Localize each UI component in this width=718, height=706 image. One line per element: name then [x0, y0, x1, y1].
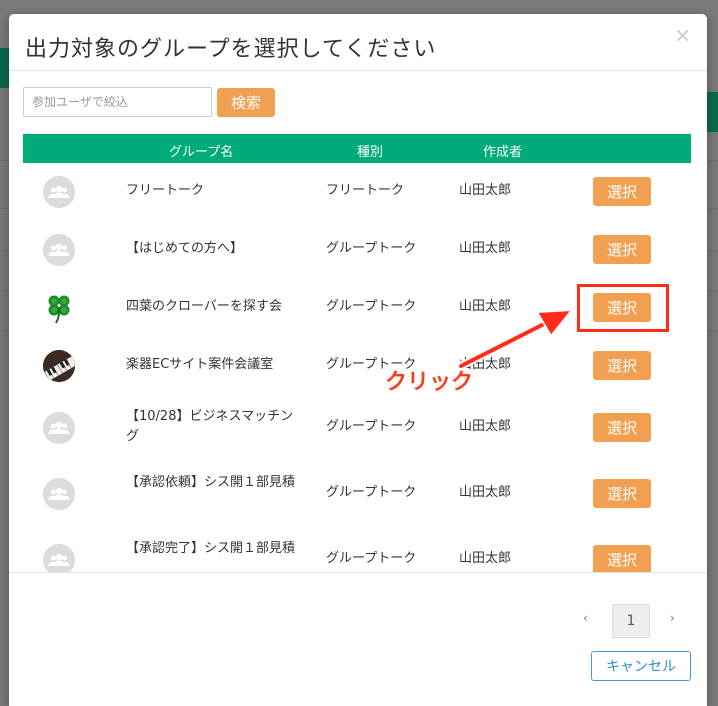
modal-header: 出力対象のグループを選択してください × [9, 14, 707, 71]
select-button[interactable]: 選択 [593, 545, 651, 572]
group-creator: 山田太郎 [459, 183, 512, 198]
background-header-accent [707, 92, 718, 132]
group-type: グループトーク [326, 419, 417, 434]
group-type: グループトーク [326, 485, 417, 500]
table-row: 【承認完了】シス開１部見積 グループトーク 山田太郎 選択 [23, 527, 691, 572]
group-creator: 山田太郎 [459, 551, 512, 566]
group-type: フリートーク [326, 183, 405, 198]
search-button[interactable]: 検索 [217, 88, 275, 117]
piano-icon [43, 350, 75, 382]
group-creator: 山田太郎 [459, 299, 512, 314]
modal-footer: ‹ 1 › キャンセル [9, 572, 707, 706]
cancel-button[interactable]: キャンセル [591, 651, 691, 681]
group-creator: 山田太郎 [459, 485, 512, 500]
group-creator: 山田太郎 [459, 419, 512, 434]
select-button[interactable]: 選択 [593, 293, 651, 322]
table-header: グループ名 種別 作成者 [23, 134, 691, 163]
participant-filter-input[interactable] [23, 87, 212, 117]
group-table-body: フリートーク フリートーク 山田太郎 選択 【はじめての方へ】 グループトーク … [23, 163, 691, 572]
select-button[interactable]: 選択 [593, 351, 651, 380]
table-row: 【はじめての方へ】 グループトーク 山田太郎 選択 [23, 221, 691, 279]
group-select-modal: 出力対象のグループを選択してください × 検索 グループ名 種別 作成者 フリー… [9, 14, 707, 706]
group-type: グループトーク [326, 299, 417, 314]
table-row: 四葉のクローバーを探す会 グループトーク 山田太郎 選択 [23, 279, 691, 337]
table-row: フリートーク フリートーク 山田太郎 選択 [23, 163, 691, 221]
header-type: 種別 [357, 145, 384, 160]
clover-icon [43, 292, 75, 324]
group-name: 【承認完了】シス開１部見積 [126, 541, 296, 556]
people-icon [43, 412, 75, 444]
header-group-name: グループ名 [169, 145, 234, 160]
select-button[interactable]: 選択 [593, 479, 651, 508]
table-row: 【10/28】ビジネスマッチング グループトーク 山田太郎 選択 [23, 395, 691, 461]
people-icon [43, 544, 75, 572]
modal-title: 出力対象のグループを選択してください [25, 37, 437, 62]
group-type: グループトーク [326, 241, 417, 256]
pagination-prev[interactable]: ‹ [583, 611, 588, 625]
annotation-click-label: クリック [385, 370, 474, 395]
group-name: 【はじめての方へ】 [126, 241, 244, 256]
select-button[interactable]: 選択 [593, 413, 651, 442]
group-name: フリートーク [126, 183, 205, 198]
background-sidebar-accent [0, 48, 9, 88]
table-row: 【承認依頼】シス開１部見積 グループトーク 山田太郎 選択 [23, 461, 691, 527]
group-name: 【10/28】ビジネスマッチング [126, 409, 294, 444]
group-name: 楽器ECサイト案件会議室 [126, 357, 274, 372]
pagination-next[interactable]: › [670, 611, 675, 625]
group-creator: 山田太郎 [459, 241, 512, 256]
select-button[interactable]: 選択 [593, 177, 651, 206]
close-icon[interactable]: × [674, 25, 691, 45]
people-icon [43, 234, 75, 266]
people-icon [43, 478, 75, 510]
group-name: 【承認依頼】シス開１部見積 [126, 475, 296, 490]
people-icon [43, 176, 75, 208]
group-type: グループトーク [326, 551, 417, 566]
pagination-page-current[interactable]: 1 [612, 604, 650, 638]
modal-body: 検索 グループ名 種別 作成者 フリートーク フリートーク 山田太郎 選択 [9, 71, 707, 572]
select-button[interactable]: 選択 [593, 235, 651, 264]
table-row: 楽器ECサイト案件会議室 グループトーク 山田太郎 選択 [23, 337, 691, 395]
header-creator: 作成者 [483, 145, 523, 160]
group-name: 四葉のクローバーを探す会 [126, 299, 282, 314]
